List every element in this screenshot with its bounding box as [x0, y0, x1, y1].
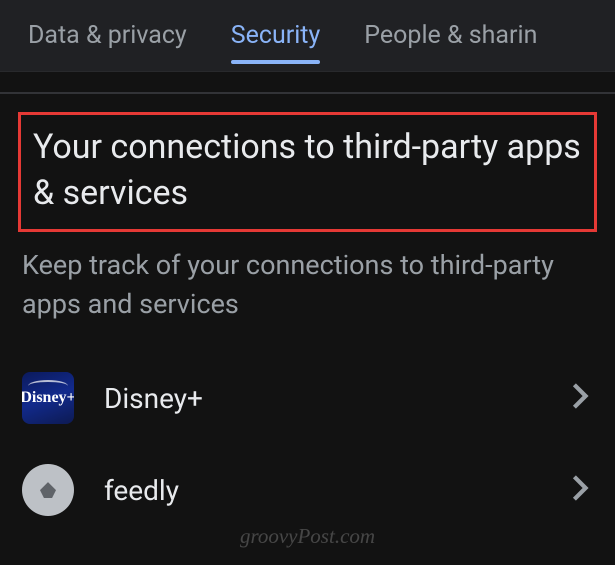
chevron-right-icon	[571, 382, 589, 414]
tab-data-privacy[interactable]: Data & privacy	[6, 0, 209, 72]
tab-label: Security	[231, 21, 321, 50]
disney-icon: Disney+	[22, 372, 74, 424]
tab-bar: Data & privacy Security People & sharin	[0, 0, 615, 72]
tab-label: Data & privacy	[28, 21, 187, 50]
content-area: Your connections to third-party apps & s…	[0, 94, 615, 536]
section-title: Your connections to third-party apps & s…	[33, 125, 582, 217]
tab-security[interactable]: Security	[209, 0, 343, 72]
app-name: Disney+	[104, 382, 571, 415]
section-subtitle: Keep track of your connections to third-…	[18, 246, 597, 324]
tab-people-sharing[interactable]: People & sharin	[342, 0, 559, 72]
app-name: feedly	[104, 474, 571, 507]
app-row-feedly[interactable]: feedly	[18, 444, 597, 536]
app-row-disney[interactable]: Disney+ Disney+	[18, 352, 597, 444]
feedly-icon	[22, 464, 74, 516]
highlighted-title-box: Your connections to third-party apps & s…	[18, 112, 597, 232]
chevron-right-icon	[571, 474, 589, 506]
tab-label: People & sharin	[364, 21, 537, 50]
